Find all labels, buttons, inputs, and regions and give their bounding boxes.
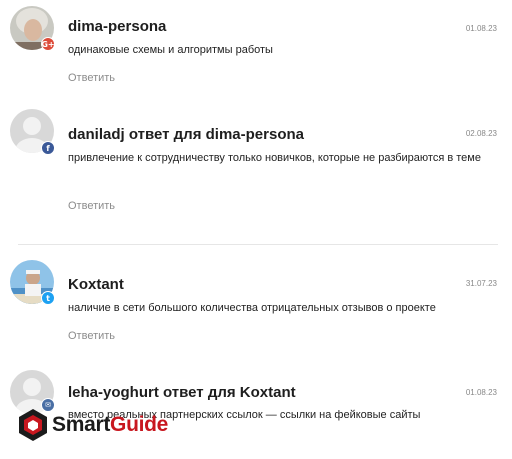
comment-text: наличие в сети большого количества отриц… xyxy=(68,302,436,314)
facebook-icon: f xyxy=(41,141,55,155)
comment-date: 01.08.23 xyxy=(465,24,497,33)
comment-text: привлечение к сотрудничеству только нови… xyxy=(68,152,481,164)
comment-author[interactable]: Koxtant xyxy=(68,276,124,293)
reply-button[interactable]: Ответить xyxy=(68,200,115,212)
google-plus-icon: G+ xyxy=(41,37,55,51)
logo-text-smart: Smart xyxy=(52,413,111,436)
divider xyxy=(18,244,498,245)
reply-button[interactable]: Ответить xyxy=(68,72,115,84)
smartguide-logo: SmartGuide xyxy=(18,405,168,445)
reply-button[interactable]: Ответить xyxy=(68,330,115,342)
comment-author[interactable]: dima-persona xyxy=(68,18,166,35)
comment-author[interactable]: daniladj ответ для dima-persona xyxy=(68,126,304,143)
logo-mark-icon xyxy=(19,409,47,441)
comment-author[interactable]: leha-yoghurt ответ для Koxtant xyxy=(68,384,296,401)
comment-date: 02.08.23 xyxy=(465,129,497,138)
comment-text: одинаковые схемы и алгоритмы работы xyxy=(68,44,273,56)
comment-date: 31.07.23 xyxy=(465,279,497,288)
logo-text: SmartGuide xyxy=(52,413,168,437)
twitter-icon: t xyxy=(41,291,55,305)
comment-date: 01.08.23 xyxy=(465,388,497,397)
logo-text-guide: Guide xyxy=(110,413,169,436)
